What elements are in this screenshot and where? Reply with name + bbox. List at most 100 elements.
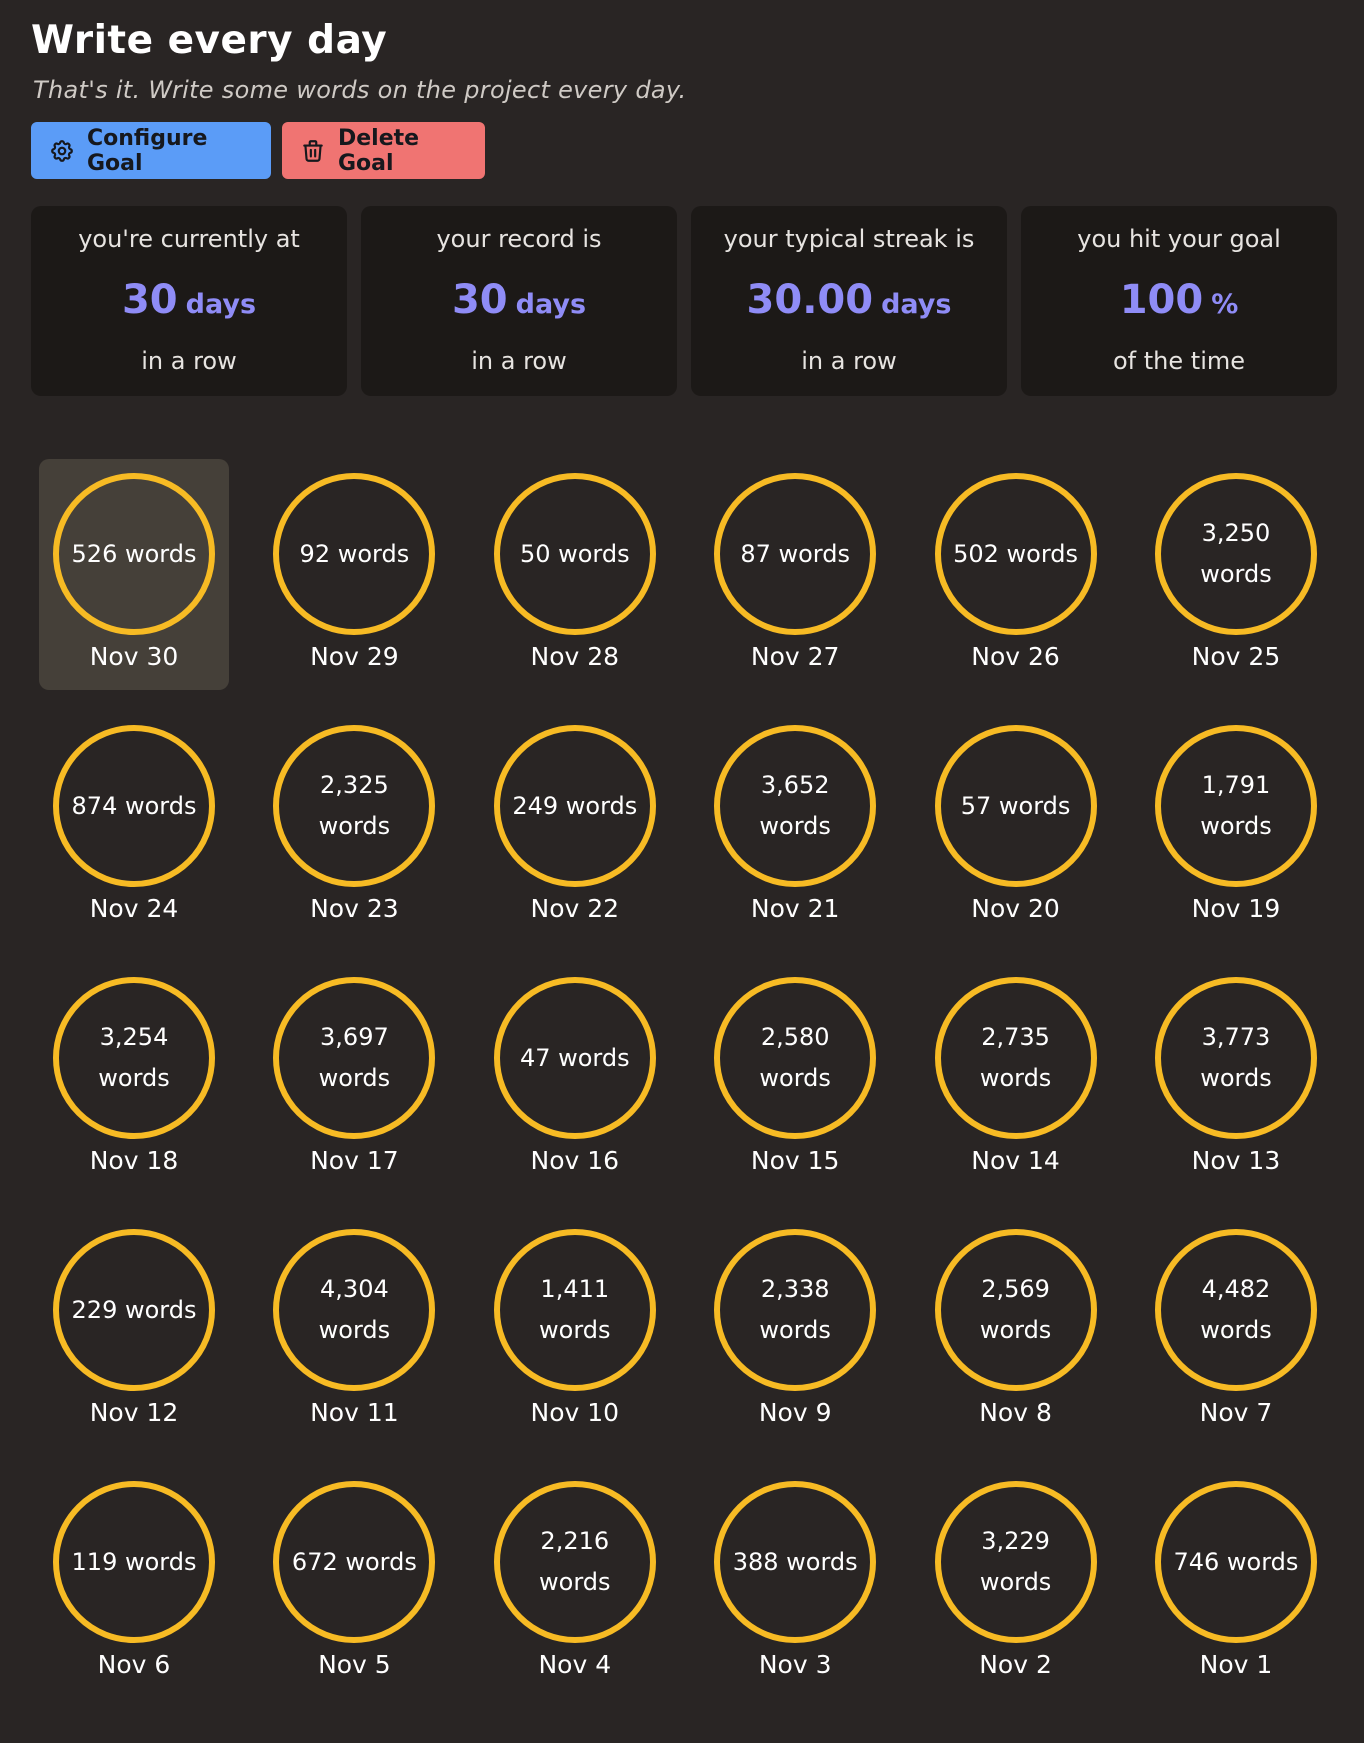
day-cell[interactable]: 87 words Nov 27 bbox=[700, 459, 890, 690]
goal-progress-ring: 388 words bbox=[714, 1481, 877, 1643]
day-date-label: Nov 10 bbox=[530, 1398, 620, 1427]
day-date-label: Nov 29 bbox=[310, 642, 399, 671]
day-date-label: Nov 21 bbox=[750, 894, 840, 923]
day-cell[interactable]: 502 words Nov 26 bbox=[921, 459, 1111, 690]
day-cell[interactable]: 3,250 words Nov 25 bbox=[1141, 459, 1331, 690]
day-date-label: Nov 3 bbox=[758, 1650, 832, 1679]
word-count: 502 words bbox=[953, 539, 1079, 568]
word-count: 47 words bbox=[519, 1043, 630, 1072]
day-cell[interactable]: 526 words Nov 30 bbox=[39, 459, 229, 690]
stat-value: 30.00 days bbox=[691, 278, 1007, 322]
day-cell[interactable]: 4,482 words Nov 7 bbox=[1141, 1215, 1331, 1446]
stat-current-streak: you're currently at 30 days in a row bbox=[31, 206, 347, 396]
word-count: 3,229 words bbox=[979, 1527, 1052, 1596]
goal-progress-ring: 119 words bbox=[53, 1481, 215, 1643]
day-cell[interactable]: 92 words Nov 29 bbox=[259, 459, 449, 690]
stat-suffix: in a row bbox=[141, 347, 237, 375]
stat-caption: you hit your goal bbox=[1077, 225, 1281, 253]
day-cell[interactable]: 874 words Nov 24 bbox=[39, 711, 229, 942]
day-cell[interactable]: 50 words Nov 28 bbox=[480, 459, 670, 690]
day-cell[interactable]: 3,773 words Nov 13 bbox=[1141, 963, 1331, 1194]
day-cell[interactable]: 3,652 words Nov 21 bbox=[700, 711, 890, 942]
day-cell[interactable]: 2,325 words Nov 23 bbox=[259, 711, 449, 942]
stat-suffix: in a row bbox=[801, 347, 897, 375]
day-date-label: Nov 27 bbox=[750, 642, 840, 671]
word-count: 2,569 words bbox=[979, 1275, 1052, 1344]
goal-progress-ring: 229 words bbox=[53, 1229, 215, 1391]
word-count: 4,304 words bbox=[318, 1275, 391, 1344]
stat-number: 30 bbox=[451, 277, 508, 323]
word-count: 3,652 words bbox=[759, 771, 831, 840]
word-count: 2,325 words bbox=[318, 771, 391, 840]
word-count: 2,735 words bbox=[979, 1023, 1052, 1092]
word-count: 672 words bbox=[291, 1547, 417, 1576]
delete-goal-label: Delete Goal bbox=[338, 125, 420, 176]
word-count: 119 words bbox=[71, 1547, 197, 1576]
stats-row: you're currently at 30 days in a row your… bbox=[31, 206, 1341, 396]
day-cell[interactable]: 229 words Nov 12 bbox=[39, 1215, 229, 1446]
delete-goal-button[interactable]: Delete Goal bbox=[282, 122, 485, 179]
goal-progress-ring: 526 words bbox=[53, 473, 215, 635]
day-cell[interactable]: 1,791 words Nov 19 bbox=[1141, 711, 1331, 942]
day-cell[interactable]: 3,254 words Nov 18 bbox=[39, 963, 229, 1194]
word-count: 249 words bbox=[512, 791, 638, 820]
stat-number: 30.00 bbox=[746, 277, 874, 323]
day-cell[interactable]: 4,304 words Nov 11 bbox=[259, 1215, 449, 1446]
stat-value: 30 days bbox=[361, 278, 677, 322]
word-count: 526 words bbox=[71, 539, 197, 568]
goal-progress-ring: 4,482 words bbox=[1154, 1229, 1317, 1391]
day-cell[interactable]: 2,580 words Nov 15 bbox=[700, 963, 890, 1194]
word-count: 1,791 words bbox=[1200, 771, 1272, 840]
goal-progress-ring: 1,791 words bbox=[1154, 725, 1317, 887]
goal-progress-ring: 4,304 words bbox=[273, 1229, 436, 1391]
stat-value: 100% bbox=[1021, 278, 1337, 322]
goal-progress-ring: 1,411 words bbox=[493, 1229, 656, 1391]
day-date-label: Nov 5 bbox=[318, 1650, 391, 1679]
word-count: 388 words bbox=[732, 1547, 858, 1576]
stat-suffix: of the time bbox=[1113, 347, 1245, 375]
day-date-label: Nov 25 bbox=[1191, 642, 1281, 671]
day-cell[interactable]: 47 words Nov 16 bbox=[480, 963, 670, 1194]
day-cell[interactable]: 119 words Nov 6 bbox=[39, 1467, 229, 1698]
word-count: 2,580 words bbox=[759, 1023, 831, 1092]
stat-goal-hit-rate: you hit your goal 100% of the time bbox=[1021, 206, 1337, 396]
daily-progress-grid: 526 words Nov 30 92 words Nov 29 50 words Nov… bbox=[39, 459, 1339, 1698]
word-count: 4,482 words bbox=[1200, 1275, 1272, 1344]
day-cell[interactable]: 57 words Nov 20 bbox=[921, 711, 1111, 942]
day-cell[interactable]: 746 words Nov 1 bbox=[1141, 1467, 1331, 1698]
day-date-label: Nov 12 bbox=[89, 1398, 179, 1427]
configure-goal-button[interactable]: Configure Goal bbox=[31, 122, 271, 179]
day-date-label: Nov 7 bbox=[1199, 1398, 1273, 1427]
stat-number: 30 bbox=[121, 277, 178, 323]
goal-progress-ring: 2,338 words bbox=[714, 1229, 877, 1391]
day-cell[interactable]: 249 words Nov 22 bbox=[480, 711, 670, 942]
word-count: 3,250 words bbox=[1200, 519, 1272, 588]
day-cell[interactable]: 388 words Nov 3 bbox=[700, 1467, 890, 1698]
day-date-label: Nov 2 bbox=[979, 1650, 1052, 1679]
word-count: 874 words bbox=[71, 791, 197, 820]
goal-progress-ring: 2,580 words bbox=[714, 977, 877, 1139]
stat-caption: your typical streak is bbox=[723, 225, 975, 253]
day-cell[interactable]: 672 words Nov 5 bbox=[259, 1467, 449, 1698]
day-cell[interactable]: 3,697 words Nov 17 bbox=[259, 963, 449, 1194]
day-date-label: Nov 9 bbox=[758, 1398, 832, 1427]
gear-icon bbox=[49, 138, 75, 164]
stat-record-streak: your record is 30 days in a row bbox=[361, 206, 677, 396]
day-cell[interactable]: 2,735 words Nov 14 bbox=[921, 963, 1111, 1194]
goal-progress-ring: 2,569 words bbox=[934, 1229, 1097, 1391]
goal-progress-ring: 3,773 words bbox=[1154, 977, 1317, 1139]
day-cell[interactable]: 1,411 words Nov 10 bbox=[480, 1215, 670, 1446]
day-cell[interactable]: 2,216 words Nov 4 bbox=[480, 1467, 670, 1698]
day-cell[interactable]: 2,569 words Nov 8 bbox=[921, 1215, 1111, 1446]
day-date-label: Nov 8 bbox=[979, 1398, 1052, 1427]
day-cell[interactable]: 3,229 words Nov 2 bbox=[921, 1467, 1111, 1698]
word-count: 3,254 words bbox=[98, 1023, 170, 1092]
day-date-label: Nov 4 bbox=[538, 1650, 612, 1679]
goal-progress-ring: 874 words bbox=[53, 725, 215, 887]
day-date-label: Nov 1 bbox=[1199, 1650, 1273, 1679]
goal-progress-ring: 3,697 words bbox=[273, 977, 436, 1139]
goal-progress-ring: 3,254 words bbox=[53, 977, 215, 1139]
stat-typical-streak: your typical streak is 30.00 days in a ro… bbox=[691, 206, 1007, 396]
trash-icon bbox=[300, 138, 326, 164]
day-cell[interactable]: 2,338 words Nov 9 bbox=[700, 1215, 890, 1446]
